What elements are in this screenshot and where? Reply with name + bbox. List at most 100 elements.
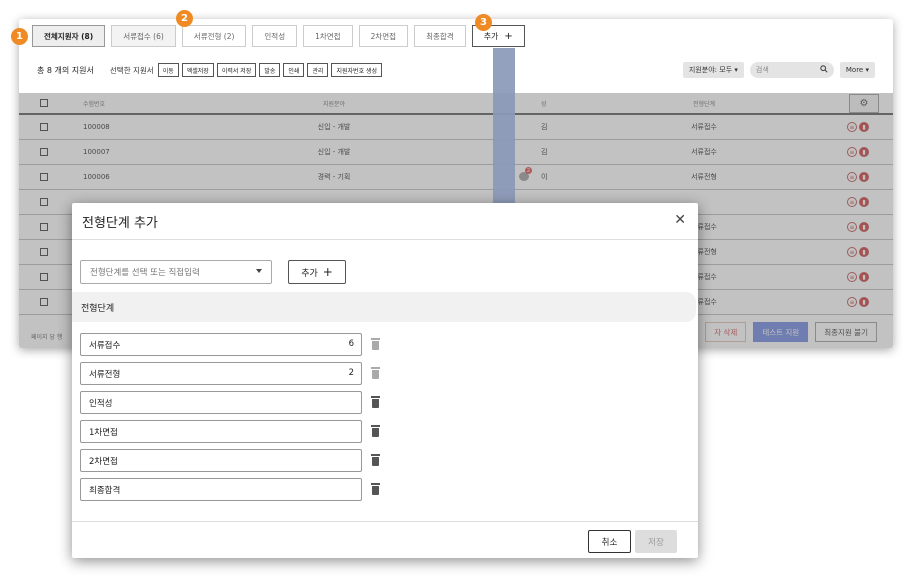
header-field: 지원분야 xyxy=(322,100,346,108)
cell-num: 100007 xyxy=(83,148,110,156)
memo-icon[interactable]: ≡ xyxy=(847,247,857,257)
tab-first-interview[interactable]: 1차면접 xyxy=(303,25,353,47)
cell-field: 경력 - 기획 xyxy=(317,173,351,181)
delete-icon[interactable]: ▮ xyxy=(859,247,869,257)
more-dropdown[interactable]: More ▾ xyxy=(839,62,875,78)
memo-icon[interactable]: ≡ xyxy=(847,147,857,157)
row-checkbox[interactable] xyxy=(40,223,48,231)
cell-stage: 서류접수 xyxy=(691,123,717,131)
row-checkbox[interactable] xyxy=(40,148,48,156)
settings-gear-icon[interactable]: ⚙ xyxy=(849,94,879,113)
stage-item-input[interactable]: 1차면접 xyxy=(80,420,380,443)
table-row[interactable]: 100008 신입 - 개발 김 서류접수 ≡ ▮ xyxy=(19,115,893,140)
stage-item-input[interactable]: 서류전형 2 xyxy=(80,362,380,385)
tab-second-interview[interactable]: 2차면접 xyxy=(358,25,409,47)
more-label: More xyxy=(845,66,864,74)
save-button[interactable]: 저장 xyxy=(635,530,677,553)
test-apply-button[interactable]: 테스트 지원 xyxy=(753,322,809,342)
caret-down-icon xyxy=(256,269,262,273)
row-checkbox[interactable] xyxy=(40,198,48,206)
memo-icon[interactable]: ≡ xyxy=(847,197,857,207)
cancel-button[interactable]: 취소 xyxy=(588,530,631,553)
row-checkbox[interactable] xyxy=(40,123,48,131)
final-apply-button[interactable]: 최종지원 불기 xyxy=(815,322,877,342)
row-checkbox[interactable] xyxy=(40,298,48,306)
row-checkbox[interactable] xyxy=(40,173,48,181)
row-checkbox[interactable] xyxy=(40,273,48,281)
delete-applicant-button[interactable]: 자 삭제 xyxy=(705,322,747,342)
stage-item-label: 최종합격 xyxy=(89,485,121,496)
tab-document-screening[interactable]: 서류전형 (2) xyxy=(181,25,247,47)
delete-icon[interactable]: ▮ xyxy=(859,272,869,282)
cell-field: 신입 - 개발 xyxy=(317,123,351,131)
callout-2: 2 xyxy=(176,10,193,27)
memo-icon[interactable]: ≡ xyxy=(847,122,857,132)
excel-save-button[interactable]: 엑셀저장 xyxy=(181,63,214,77)
print-button[interactable]: 인쇄 xyxy=(283,63,305,77)
close-icon[interactable]: ✕ xyxy=(674,212,686,228)
search-placeholder: 검색 xyxy=(755,66,769,74)
add-stage-button[interactable]: 추가 + xyxy=(288,260,346,284)
dialog-title: 전형단계 추가 xyxy=(82,215,158,231)
delete-icon[interactable]: ▮ xyxy=(859,222,869,232)
rows-per-page-label: 페이지 당 행 xyxy=(31,333,63,341)
trash-icon[interactable] xyxy=(371,425,380,437)
stage-item-input[interactable]: 최종합격 xyxy=(80,478,380,501)
search-input[interactable]: 검색 xyxy=(749,62,834,78)
cell-stage: 서류접수 xyxy=(691,148,717,156)
memo-icon[interactable]: ≡ xyxy=(847,272,857,282)
tab-aptitude[interactable]: 인적성 xyxy=(252,25,298,47)
row-checkbox[interactable] xyxy=(40,248,48,256)
stage-item-count: 2 xyxy=(348,368,354,378)
dialog-header: 전형단계 추가 ✕ xyxy=(72,203,698,240)
trash-icon[interactable] xyxy=(371,483,380,495)
stage-item-input[interactable]: 인적성 xyxy=(80,391,380,414)
cell-num: 100006 xyxy=(83,173,110,181)
stage-item-input[interactable]: 2차면접 xyxy=(80,449,380,472)
tab-final-pass[interactable]: 최종합격 xyxy=(414,25,466,47)
tab-all-applicants[interactable]: 전체지원자 (8) xyxy=(32,25,106,47)
generate-number-button[interactable]: 지원자번호 생성 xyxy=(331,63,383,77)
table-row[interactable]: 100007 신입 - 개발 김 서류접수 ≡ ▮ xyxy=(19,140,893,165)
stage-tabs: 전체지원자 (8) 서류접수 (6) 서류전형 (2) 인적성 1차면접 2차면… xyxy=(32,25,525,47)
cell-stage: 서류전형 xyxy=(691,173,717,181)
resume-save-button[interactable]: 이력서 저장 xyxy=(216,63,257,77)
add-stage-label: 추가 xyxy=(301,268,318,279)
dialog-footer: 취소 저장 xyxy=(72,521,698,558)
memo-icon[interactable]: ≡ xyxy=(847,222,857,232)
list-toolbar: 총 8 개의 지원서 선택한 지원서 이동 엑셀저장 이력서 저장 발송 인쇄 … xyxy=(37,61,875,79)
table-header: 수험번호 지원분야 성 전형단계 ⚙ xyxy=(19,93,893,115)
stage-item-input[interactable]: 서류접수 6 xyxy=(80,333,380,356)
callout-1: 1 xyxy=(11,28,28,45)
delete-icon[interactable]: ▮ xyxy=(859,297,869,307)
manage-button[interactable]: 관리 xyxy=(307,63,329,77)
delete-icon[interactable]: ▮ xyxy=(859,197,869,207)
trash-icon[interactable] xyxy=(371,338,380,350)
callout-3: 3 xyxy=(475,14,492,31)
stage-item-count: 6 xyxy=(348,339,354,349)
send-button[interactable]: 발송 xyxy=(259,63,281,77)
search-icon xyxy=(820,65,828,75)
table-row[interactable]: 100006 경력 - 기획 이 2 서류전형 ≡ ▮ xyxy=(19,165,893,190)
memo-icon[interactable]: ≡ xyxy=(847,172,857,182)
header-name: 성 xyxy=(541,100,547,108)
trash-icon[interactable] xyxy=(371,454,380,466)
stage-select-input[interactable]: 전형단계를 선택 또는 직접입력 xyxy=(80,260,272,284)
trash-icon[interactable] xyxy=(371,396,380,408)
delete-icon[interactable]: ▮ xyxy=(859,172,869,182)
select-all-checkbox[interactable] xyxy=(40,99,48,107)
stage-item-label: 2차면접 xyxy=(89,456,118,467)
header-num: 수험번호 xyxy=(83,100,106,108)
memo-icon[interactable]: ≡ xyxy=(847,297,857,307)
delete-icon[interactable]: ▮ xyxy=(859,147,869,157)
field-filter-dropdown[interactable]: 지원분야: 모두 ▾ xyxy=(682,62,744,78)
trash-icon[interactable] xyxy=(371,367,380,379)
plus-icon: + xyxy=(504,30,513,42)
delete-icon[interactable]: ▮ xyxy=(859,122,869,132)
stage-select-placeholder: 전형단계를 선택 또는 직접입력 xyxy=(90,268,200,278)
move-button[interactable]: 이동 xyxy=(157,63,179,77)
guide-arrow-shaft xyxy=(493,48,515,226)
tab-document-received[interactable]: 서류접수 (6) xyxy=(111,25,176,47)
add-stage-tab-label: 추가 xyxy=(483,31,499,41)
plus-icon: + xyxy=(322,265,333,279)
